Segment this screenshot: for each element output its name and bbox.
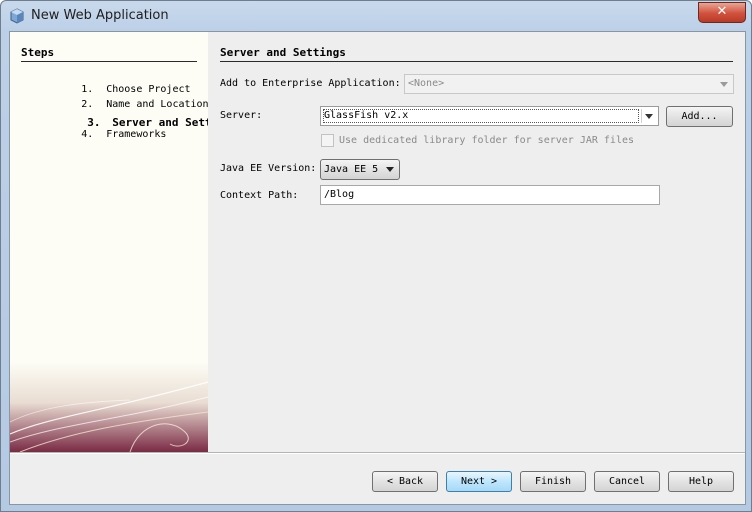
add-server-button[interactable]: Add... <box>666 106 733 127</box>
help-button[interactable]: Help <box>668 471 734 492</box>
step-number: 2. <box>81 99 94 110</box>
divider <box>10 453 745 454</box>
settings-panel: Server and Settings Add to Enterprise Ap… <box>208 32 745 452</box>
step-item-choose-project: 1. Choose Project <box>21 73 208 95</box>
enterprise-app-value: <None> <box>408 78 445 89</box>
steps-title: Steps <box>21 46 197 62</box>
step-number: 1. <box>81 84 94 95</box>
chevron-down-icon <box>386 167 394 172</box>
steps-panel: Steps 1. Choose Project 2. Name and Locati… <box>10 32 208 452</box>
title-bar[interactable]: New Web Application ✕ <box>1 1 751 31</box>
step-label: Choose Project <box>106 84 191 95</box>
context-path-label: Context Path: <box>220 190 299 201</box>
dialog-client-area: Steps 1. Choose Project 2. Name and Locati… <box>9 31 746 505</box>
step-number: 3. <box>87 116 101 129</box>
back-button[interactable]: < Back <box>372 471 438 492</box>
step-label: Server and Settings <box>112 116 208 129</box>
steps-list: 1. Choose Project 2. Name and Location 3. S… <box>21 73 208 140</box>
section-title: Server and Settings <box>220 46 733 62</box>
context-path-input[interactable]: /Blog <box>320 185 660 205</box>
step-label: Frameworks <box>106 129 167 140</box>
server-value: GlassFish v2.x <box>324 110 409 121</box>
step-label: Name and Location <box>106 99 208 110</box>
enterprise-app-select[interactable]: <None> <box>404 74 734 94</box>
javaee-version-label: Java EE Version: <box>220 163 317 174</box>
dedicated-library-checkbox[interactable] <box>321 134 334 147</box>
app-cube-icon <box>10 8 24 24</box>
server-label: Server: <box>220 110 263 121</box>
chevron-down-icon <box>720 82 728 87</box>
javaee-version-value: Java EE 5 <box>324 164 379 175</box>
close-button[interactable]: ✕ <box>698 2 746 23</box>
dedicated-library-label: Use dedicated library folder for server … <box>339 135 635 146</box>
enterprise-app-label: Add to Enterprise Application: <box>220 78 401 89</box>
dialog-window: New Web Application ✕ Steps 1. Choose Pro… <box>0 0 752 512</box>
finish-button[interactable]: Finish <box>520 471 586 492</box>
chevron-down-icon <box>645 114 653 119</box>
javaee-version-select[interactable]: Java EE 5 <box>320 159 400 180</box>
cancel-button[interactable]: Cancel <box>594 471 660 492</box>
server-select[interactable]: GlassFish v2.x <box>320 106 659 126</box>
window-title: New Web Application <box>31 8 169 23</box>
step-number: 4. <box>81 129 94 140</box>
close-icon: ✕ <box>716 4 728 19</box>
select-divider <box>641 109 642 123</box>
next-button[interactable]: Next > <box>446 471 512 492</box>
decorative-swirl-art <box>10 362 208 452</box>
